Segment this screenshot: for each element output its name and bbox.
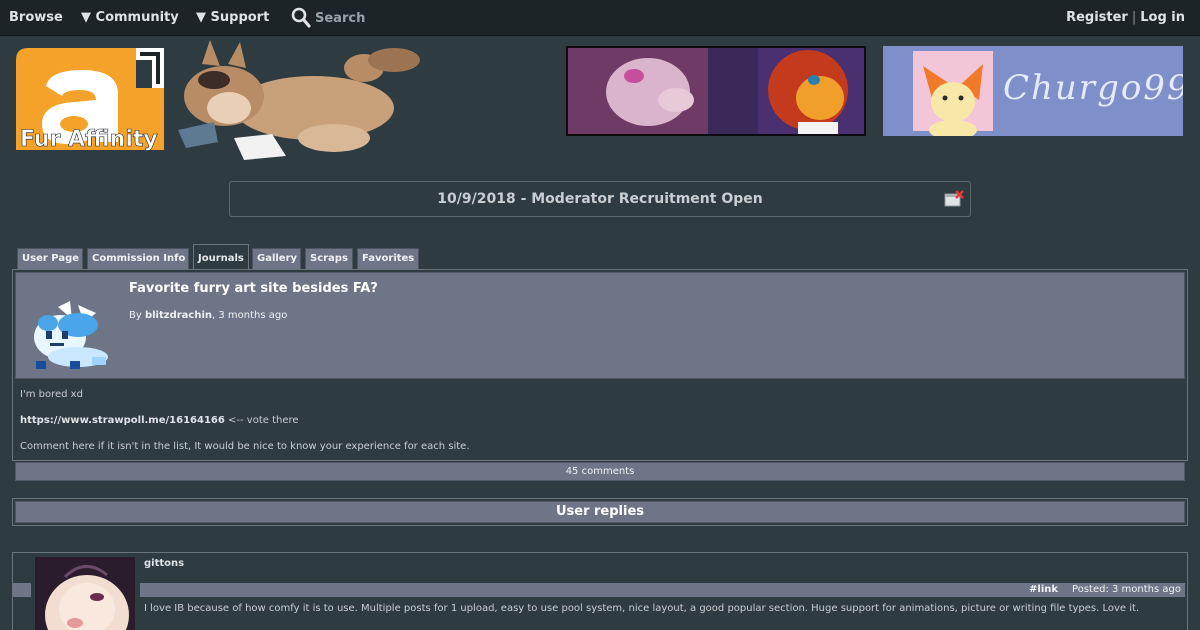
comment-meta-bar: #link Posted: 3 months ago [140,583,1185,597]
tab-favorites[interactable]: Favorites [357,248,419,270]
tab-user-page[interactable]: User Page [17,248,83,270]
tab-gallery[interactable]: Gallery [252,248,301,270]
tab-scraps[interactable]: Scraps [305,248,353,270]
comment-left-bar [13,583,31,597]
auth-links: Register | Log in [1066,10,1185,25]
journal-byline: By blitzdrachin, 3 months ago [129,310,287,321]
nav-search[interactable]: Search [291,7,365,29]
register-link[interactable]: Register [1066,10,1128,25]
site-logo[interactable]: Fur Affinity [14,38,424,160]
commenter-avatar[interactable] [35,557,135,630]
link-suffix: <-- vote there [224,415,299,426]
journal-line-3: Comment here if it isn't in the list, It… [20,441,470,452]
journal-header: Favorite furry art site besides FA? By b… [15,272,1185,379]
top-nav: Browse ▼ Community ▼ Support Search Regi… [0,0,1200,36]
auth-separator: | [1131,10,1137,25]
journal-entry: Favorite furry art site besides FA? By b… [12,269,1188,481]
ad-banner-right[interactable]: Churgo99 [883,46,1183,136]
ad-banner-left[interactable] [566,46,866,136]
comment-text: I love IB because of how comfy it is to … [144,603,1140,614]
journal-line-1: I'm bored xd [20,389,83,400]
comment-posted: Posted: 3 months ago [1072,584,1181,595]
tab-commission-info[interactable]: Commission Info [87,248,189,270]
search-icon [291,7,311,29]
site-notice: 10/9/2018 - Moderator Recruitment Open [229,181,971,217]
journal-age: , 3 months ago [212,310,288,321]
nav-community[interactable]: ▼ Community [81,10,179,25]
nav-support[interactable]: ▼ Support [196,10,269,25]
search-label: Search [315,10,366,26]
journal-line-2: https://www.strawpoll.me/16164166 <-- vo… [20,415,470,426]
author-avatar[interactable] [26,301,116,371]
logo-text: Fur Affinity [20,127,158,152]
comment-item: gittons #link Posted: 3 months ago I love… [12,552,1188,630]
notice-text: 10/9/2018 - Moderator Recruitment Open [437,191,763,207]
commenter-name[interactable]: gittons [144,558,184,569]
journal-title: Favorite furry art site besides FA? [129,281,378,296]
nav-browse[interactable]: Browse [9,10,63,25]
comment-permalink[interactable]: #link [1029,584,1058,595]
tab-journals[interactable]: Journals [193,244,249,271]
user-replies-section: User replies [12,498,1188,526]
byline-prefix: By [129,310,142,321]
author-link[interactable]: blitzdrachin [145,310,212,321]
journal-body: I'm bored xd https://www.strawpoll.me/16… [20,389,470,467]
dismiss-notice-icon[interactable] [944,190,964,208]
banner-signature: Churgo99 [1003,68,1183,108]
comments-count[interactable]: 45 comments [15,462,1185,481]
login-link[interactable]: Log in [1140,10,1185,25]
strawpoll-link[interactable]: https://www.strawpoll.me/16164166 [20,415,225,426]
user-replies-title: User replies [15,501,1185,523]
